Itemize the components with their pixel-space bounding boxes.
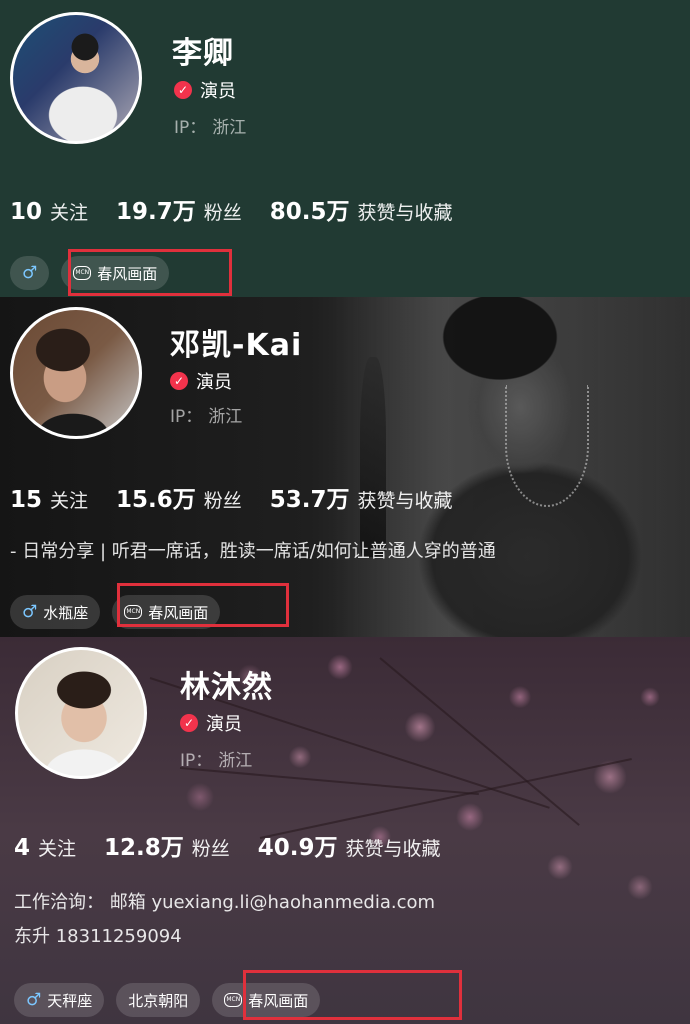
verified-role: ✓ 演员 [170,368,232,394]
follow-label[interactable]: 关注 [38,834,76,861]
avatar[interactable] [10,307,142,439]
fans-label[interactable]: 粉丝 [192,834,230,861]
ip-location: IP： 浙江 [180,746,252,771]
follow-count[interactable]: 15 [10,487,42,513]
male-icon: ♂ [22,263,38,283]
likes-count[interactable]: 80.5万 [270,192,350,226]
zodiac-tag[interactable]: ♂ 水瓶座 [10,595,101,629]
fans-label[interactable]: 粉丝 [204,486,242,513]
ip-label: IP： [180,751,213,771]
fans-count[interactable]: 19.7万 [116,192,196,226]
background-photo-detail [360,357,386,557]
location-tag[interactable]: 北京朝阳 [116,983,201,1017]
profile-name: 林沐然 [180,670,273,705]
fans-label[interactable]: 粉丝 [204,198,242,225]
likes-count[interactable]: 40.9万 [258,828,338,862]
likes-label[interactable]: 获赞与收藏 [358,486,453,513]
ip-value: 浙江 [212,118,247,138]
verified-role: ✓ 演员 [180,710,242,736]
follow-label[interactable]: 关注 [50,486,88,513]
gender-tag[interactable]: ♂ [10,256,50,290]
ip-location: IP： 浙江 [170,402,242,427]
zodiac-tag[interactable]: ♂ 天秤座 [14,983,105,1017]
bio-line: 工作洽询： 邮箱 yuexiang.li@haohanmedia.com [14,892,436,913]
role-label: 演员 [196,372,232,393]
likes-label[interactable]: 获赞与收藏 [346,834,441,861]
ip-value: 浙江 [208,407,243,427]
likes-count[interactable]: 53.7万 [270,480,350,514]
zodiac-label: 水瓶座 [43,603,89,622]
background-photo-detail [505,385,589,507]
mcn-icon: MCN [224,993,243,1007]
stats-row: 4 关注 12.8万 粉丝 40.9万 获赞与收藏 [14,828,469,862]
bio-line: 东升 18311259094 [14,926,182,947]
bio-text: - 日常分享 | 听君一席话，胜读一席话/如何让普通人穿的普通 [10,541,496,562]
avatar[interactable] [10,12,142,144]
follow-label[interactable]: 关注 [50,198,88,225]
fans-count[interactable]: 12.8万 [104,828,184,862]
ip-value: 浙江 [218,751,253,771]
ip-label: IP： [170,407,203,427]
ip-location: IP： 浙江 [174,113,246,138]
check-icon: ✓ [180,714,198,732]
highlight-box [243,970,462,1020]
profile-name: 李卿 [172,36,234,71]
check-icon: ✓ [174,81,192,99]
zodiac-label: 天秤座 [47,991,93,1010]
male-icon: ♂ [26,990,42,1010]
profile-name: 邓凯-Kai [170,328,303,363]
verified-role: ✓ 演员 [174,77,236,103]
follow-count[interactable]: 10 [10,199,42,225]
stats-row: 15 关注 15.6万 粉丝 53.7万 获赞与收藏 [10,480,481,514]
role-label: 演员 [206,714,242,735]
highlight-box [117,583,289,627]
bio-text: 工作洽询： 邮箱 yuexiang.li@haohanmedia.com 东升 … [14,886,435,954]
role-label: 演员 [200,81,236,102]
highlight-box [68,249,232,296]
stats-row: 10 关注 19.7万 粉丝 80.5万 获赞与收藏 [10,192,481,226]
ip-label: IP： [174,118,207,138]
location-label: 北京朝阳 [128,991,189,1010]
follow-count[interactable]: 4 [14,835,30,861]
check-icon: ✓ [170,372,188,390]
likes-label[interactable]: 获赞与收藏 [358,198,453,225]
male-icon: ♂ [22,602,38,622]
fans-count[interactable]: 15.6万 [116,480,196,514]
avatar[interactable] [15,647,147,779]
